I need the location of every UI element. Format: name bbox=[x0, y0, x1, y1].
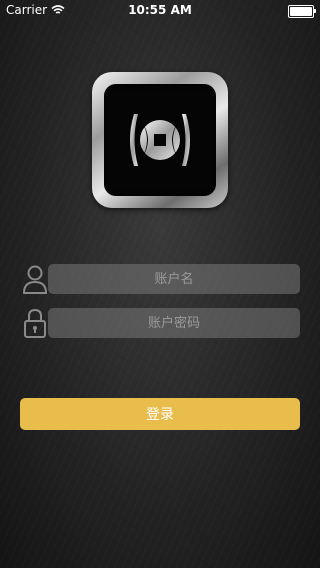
battery-icon bbox=[288, 5, 316, 18]
user-icon bbox=[22, 265, 48, 294]
login-button[interactable]: 登录 bbox=[20, 398, 300, 430]
username-field bbox=[20, 263, 300, 295]
app-logo-icon bbox=[104, 84, 216, 196]
lock-icon bbox=[24, 308, 46, 338]
password-field bbox=[20, 307, 300, 339]
status-bar: Carrier 10:55 AM bbox=[0, 0, 320, 20]
username-input[interactable] bbox=[48, 264, 300, 294]
password-input[interactable] bbox=[48, 308, 300, 338]
battery-outline bbox=[288, 5, 316, 18]
app-logo bbox=[92, 72, 228, 208]
battery-fill bbox=[290, 7, 312, 16]
clock: 10:55 AM bbox=[128, 3, 192, 17]
